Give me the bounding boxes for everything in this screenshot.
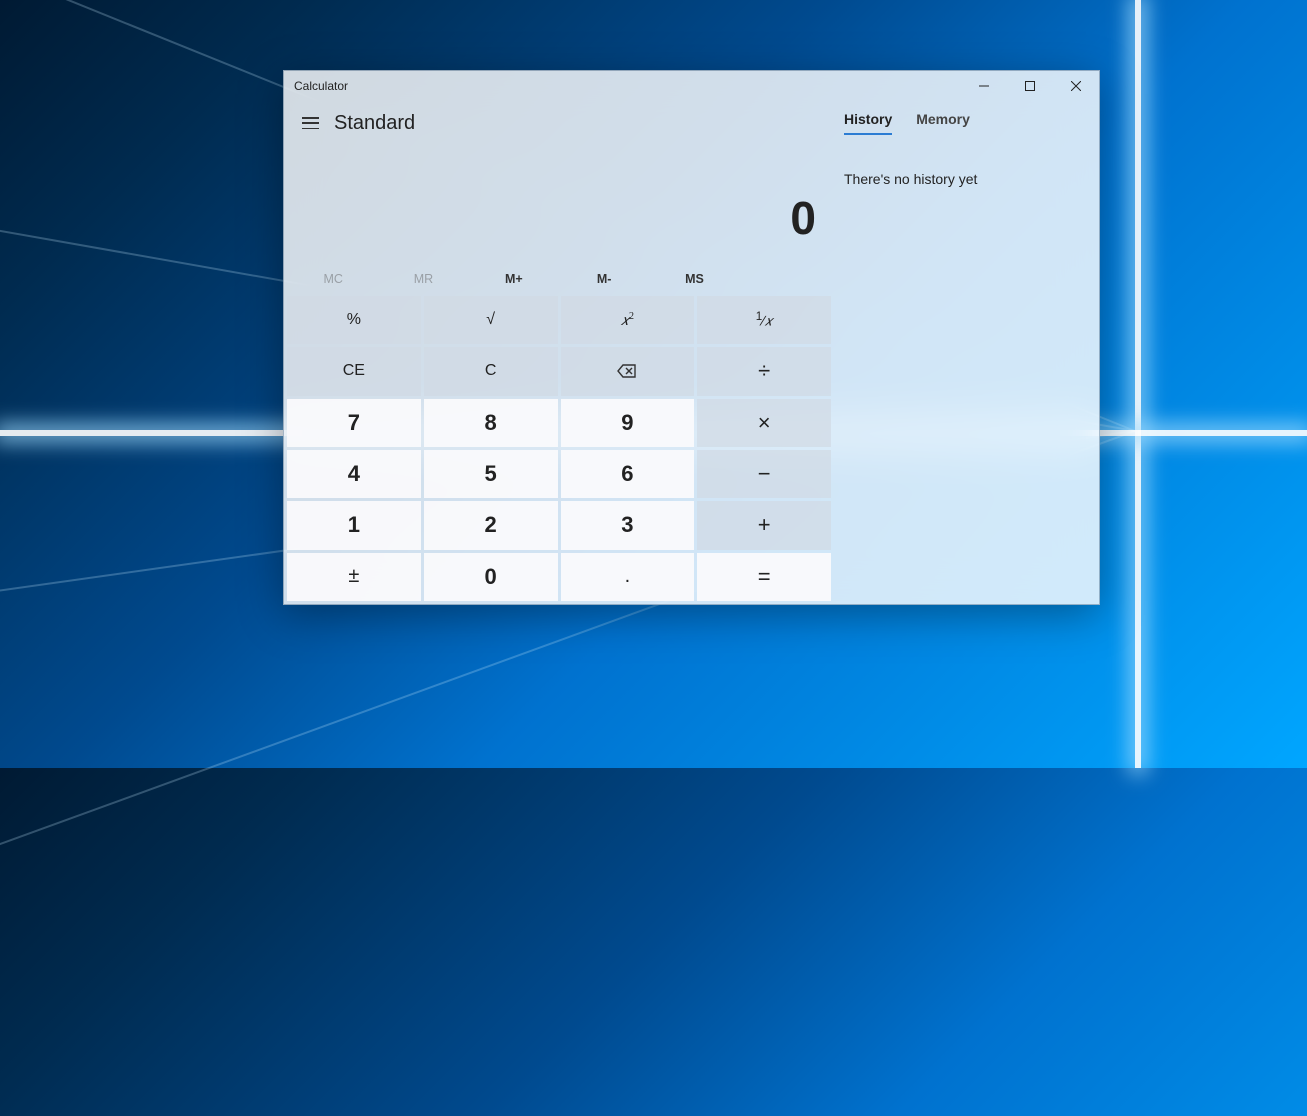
sqrt-button[interactable]: √ xyxy=(424,296,558,344)
memory-clear-button[interactable]: MC xyxy=(288,265,378,293)
clear-entry-button[interactable]: CE xyxy=(287,347,421,395)
digit-2-button[interactable]: 2 xyxy=(424,501,558,549)
titlebar[interactable]: Calculator xyxy=(284,71,1099,101)
digit-5-button[interactable]: 5 xyxy=(424,450,558,498)
close-button[interactable] xyxy=(1053,71,1099,101)
decimal-button[interactable]: . xyxy=(561,553,695,601)
digit-6-button[interactable]: 6 xyxy=(561,450,695,498)
negate-button[interactable]: ± xyxy=(287,553,421,601)
display-value: 0 xyxy=(790,191,816,245)
hamburger-icon xyxy=(302,117,319,129)
multiply-button[interactable]: × xyxy=(697,399,831,447)
square-label: 𝑥2 xyxy=(621,311,634,330)
minimize-icon xyxy=(979,81,989,91)
calculator-pane: Standard 0 MC MR M+ M- MS % √ 𝑥2 1∕𝑥 CE … xyxy=(284,101,834,604)
digit-7-button[interactable]: 7 xyxy=(287,399,421,447)
maximize-icon xyxy=(1025,81,1035,91)
keypad: % √ 𝑥2 1∕𝑥 CE C ÷ 7 8 9 × 4 5 6 − 1 2 xyxy=(284,293,834,604)
calculator-window: Calculator Standard 0 MC MR xyxy=(283,70,1100,605)
backspace-icon xyxy=(617,363,637,379)
display: 0 xyxy=(284,145,834,265)
mode-label: Standard xyxy=(334,112,415,135)
subtract-button[interactable]: − xyxy=(697,450,831,498)
digit-1-button[interactable]: 1 xyxy=(287,501,421,549)
history-tabs: History Memory xyxy=(844,101,1083,145)
add-button[interactable]: + xyxy=(697,501,831,549)
backspace-button[interactable] xyxy=(561,347,695,395)
history-pane: History Memory There's no history yet xyxy=(834,101,1099,604)
window-title: Calculator xyxy=(294,79,348,93)
minimize-button[interactable] xyxy=(961,71,1007,101)
reciprocal-label: 1∕𝑥 xyxy=(756,310,773,330)
digit-3-button[interactable]: 3 xyxy=(561,501,695,549)
maximize-button[interactable] xyxy=(1007,71,1053,101)
memory-row: MC MR M+ M- MS xyxy=(284,265,834,293)
divide-button[interactable]: ÷ xyxy=(697,347,831,395)
tab-memory[interactable]: Memory xyxy=(916,111,970,135)
tab-history[interactable]: History xyxy=(844,111,892,135)
close-icon xyxy=(1071,81,1081,91)
percent-button[interactable]: % xyxy=(287,296,421,344)
reciprocal-button[interactable]: 1∕𝑥 xyxy=(697,296,831,344)
memory-store-button[interactable]: MS xyxy=(649,265,739,293)
menu-button[interactable] xyxy=(290,103,330,143)
digit-0-button[interactable]: 0 xyxy=(424,553,558,601)
memory-recall-button[interactable]: MR xyxy=(378,265,468,293)
digit-8-button[interactable]: 8 xyxy=(424,399,558,447)
square-button[interactable]: 𝑥2 xyxy=(561,296,695,344)
memory-subtract-button[interactable]: M- xyxy=(559,265,649,293)
equals-button[interactable]: = xyxy=(697,553,831,601)
digit-4-button[interactable]: 4 xyxy=(287,450,421,498)
memory-add-button[interactable]: M+ xyxy=(469,265,559,293)
history-empty-text: There's no history yet xyxy=(844,171,1083,187)
digit-9-button[interactable]: 9 xyxy=(561,399,695,447)
clear-button[interactable]: C xyxy=(424,347,558,395)
